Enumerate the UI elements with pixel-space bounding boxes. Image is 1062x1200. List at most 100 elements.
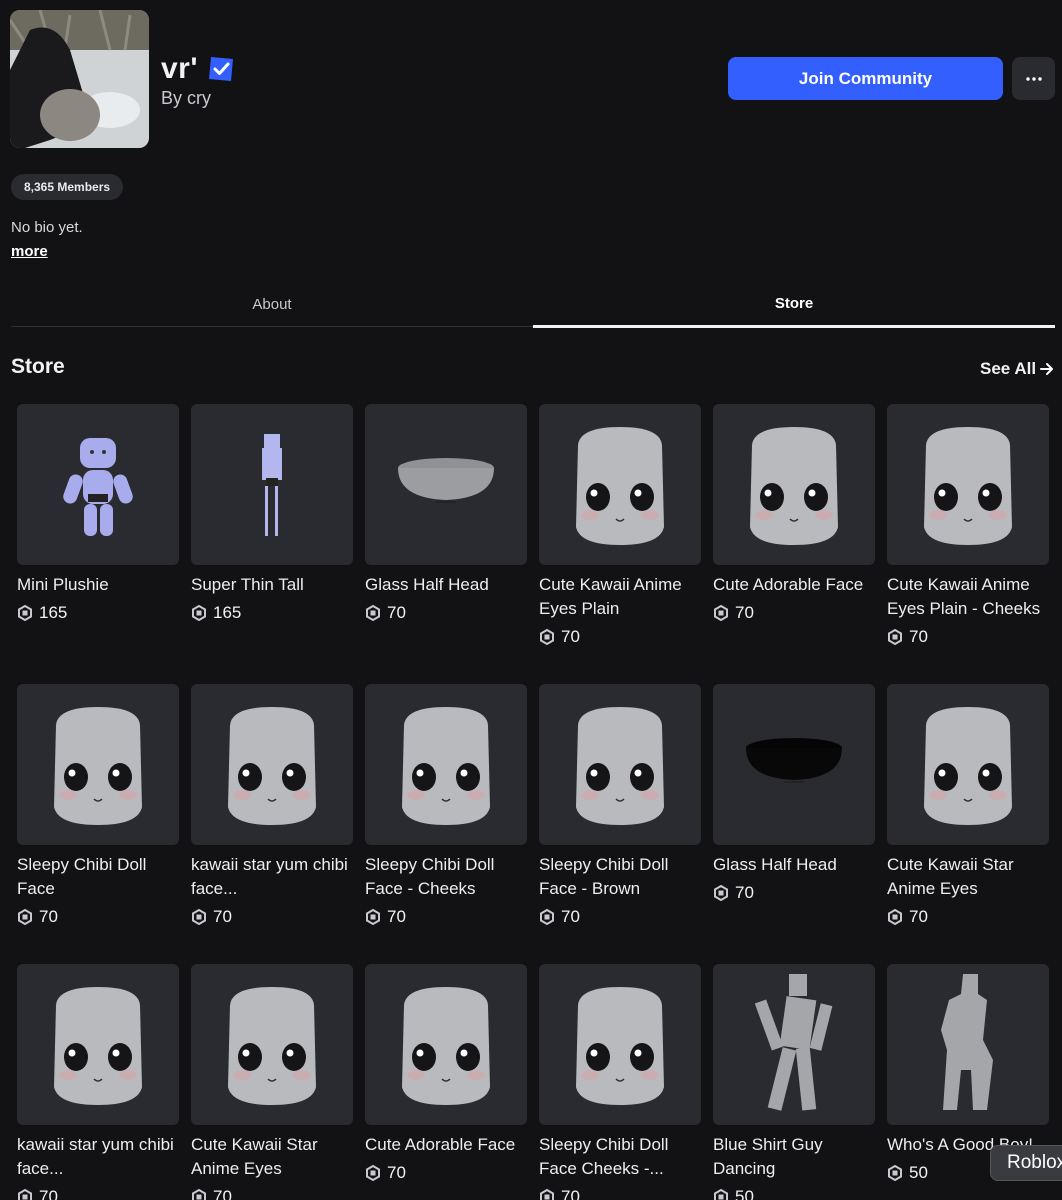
- item-thumbnail[interactable]: [191, 404, 353, 565]
- item-thumbnail[interactable]: [17, 964, 179, 1125]
- see-all-link[interactable]: See All: [980, 359, 1054, 379]
- item-price-value: 70: [213, 907, 232, 926]
- item-thumbnail[interactable]: [191, 684, 353, 845]
- item-thumbnail[interactable]: [365, 404, 527, 565]
- item-price-value: 70: [39, 907, 58, 926]
- item-thumbnail[interactable]: [17, 684, 179, 845]
- item-price-value: 70: [909, 907, 928, 926]
- item-thumbnail[interactable]: [713, 404, 875, 565]
- item-price: 70: [887, 625, 1049, 649]
- store-item-card[interactable]: Sleepy Chibi Doll Face 70: [17, 684, 179, 929]
- title-row: vr': [161, 52, 236, 86]
- verified-badge-icon: [209, 57, 233, 81]
- item-name[interactable]: Cute Adorable Face: [365, 1133, 527, 1157]
- item-price-value: 70: [561, 1187, 580, 1200]
- tab-store[interactable]: Store: [533, 281, 1055, 328]
- store-item-card[interactable]: Super Thin Tall 165: [191, 404, 353, 625]
- item-name[interactable]: Cute Kawaii Anime Eyes Plain - Cheeks: [887, 573, 1049, 621]
- item-name[interactable]: Glass Half Head: [365, 573, 527, 597]
- item-price: 70: [713, 601, 875, 625]
- item-thumbnail[interactable]: [713, 964, 875, 1125]
- community-bio: No bio yet.: [11, 219, 83, 236]
- more-options-button[interactable]: [1012, 57, 1055, 100]
- robux-icon: [192, 909, 206, 925]
- robux-icon: [192, 1189, 206, 1200]
- robux-icon: [366, 909, 380, 925]
- item-thumbnail[interactable]: [365, 964, 527, 1125]
- item-thumbnail[interactable]: [17, 404, 179, 565]
- item-name[interactable]: Blue Shirt Guy Dancing: [713, 1133, 875, 1181]
- community-owner[interactable]: By cry: [161, 88, 211, 109]
- store-item-card[interactable]: Mini Plushie 165: [17, 404, 179, 625]
- item-thumbnail[interactable]: [887, 964, 1049, 1125]
- store-item-card[interactable]: Cute Kawaii Star Anime Eyes 70: [191, 964, 353, 1200]
- store-item-card[interactable]: kawaii star yum chibi face... 70: [17, 964, 179, 1200]
- item-thumbnail[interactable]: [539, 964, 701, 1125]
- store-item-card[interactable]: Sleepy Chibi Doll Face - Cheeks 70: [365, 684, 527, 929]
- item-thumbnail[interactable]: [539, 404, 701, 565]
- item-price-value: 70: [735, 603, 754, 622]
- community-header: vr' By cry Join Community: [10, 10, 1055, 150]
- item-name[interactable]: Sleepy Chibi Doll Face - Brown: [539, 853, 701, 901]
- item-name[interactable]: Glass Half Head: [713, 853, 875, 877]
- item-name[interactable]: Cute Kawaii Star Anime Eyes: [191, 1133, 353, 1181]
- item-price-value: 50: [735, 1187, 754, 1200]
- robux-icon: [714, 1189, 728, 1200]
- community-avatar[interactable]: [10, 10, 149, 148]
- tab-bar: About Store: [11, 281, 1055, 328]
- robux-icon: [366, 605, 380, 621]
- community-name: vr': [161, 52, 198, 85]
- store-heading: Store: [11, 355, 65, 378]
- item-name[interactable]: kawaii star yum chibi face...: [17, 1133, 179, 1181]
- item-thumbnail[interactable]: [887, 404, 1049, 565]
- item-name[interactable]: Sleepy Chibi Doll Face: [17, 853, 179, 901]
- item-thumbnail[interactable]: [713, 684, 875, 845]
- store-item-card[interactable]: kawaii star yum chibi face... 70: [191, 684, 353, 929]
- item-price-value: 70: [387, 907, 406, 926]
- item-name[interactable]: Sleepy Chibi Doll Face Cheeks -...: [539, 1133, 701, 1181]
- item-name[interactable]: Cute Kawaii Star Anime Eyes: [887, 853, 1049, 901]
- robux-icon: [540, 909, 554, 925]
- item-name[interactable]: Cute Adorable Face: [713, 573, 875, 597]
- item-name[interactable]: kawaii star yum chibi face...: [191, 853, 353, 901]
- store-item-card[interactable]: Cute Kawaii Anime Eyes Plain - Cheeks 70: [887, 404, 1049, 649]
- members-count-badge: 8,365 Members: [11, 174, 124, 200]
- item-thumbnail[interactable]: [365, 684, 527, 845]
- robux-icon: [540, 1189, 554, 1200]
- store-item-card[interactable]: Cute Adorable Face 70: [713, 404, 875, 625]
- item-price: 70: [191, 905, 353, 929]
- store-item-card[interactable]: Glass Half Head 70: [365, 404, 527, 625]
- item-price: 70: [713, 881, 875, 905]
- item-price-value: 70: [561, 627, 580, 646]
- store-item-card[interactable]: Blue Shirt Guy Dancing 50: [713, 964, 875, 1200]
- store-item-card[interactable]: Sleepy Chibi Doll Face Cheeks -... 70: [539, 964, 701, 1200]
- item-price-value: 165: [213, 603, 242, 622]
- item-price-value: 165: [39, 603, 68, 622]
- item-thumbnail[interactable]: [887, 684, 1049, 845]
- bio-more-link[interactable]: more: [11, 243, 48, 260]
- tab-about[interactable]: About: [11, 281, 533, 327]
- robux-icon: [540, 629, 554, 645]
- item-name[interactable]: Mini Plushie: [17, 573, 179, 597]
- item-price-value: 70: [213, 1187, 232, 1200]
- item-price: 70: [365, 905, 527, 929]
- item-name[interactable]: Cute Kawaii Anime Eyes Plain: [539, 573, 701, 621]
- robux-icon: [192, 605, 206, 621]
- store-item-card[interactable]: Cute Kawaii Anime Eyes Plain 70: [539, 404, 701, 649]
- store-item-card[interactable]: Glass Half Head 70: [713, 684, 875, 905]
- item-thumbnail[interactable]: [539, 684, 701, 845]
- item-name[interactable]: Super Thin Tall: [191, 573, 353, 597]
- item-price-value: 70: [39, 1187, 58, 1200]
- item-price: 70: [887, 905, 1049, 929]
- item-price: 70: [17, 905, 179, 929]
- item-price: 165: [17, 601, 179, 625]
- item-price: 70: [539, 905, 701, 929]
- join-community-button[interactable]: Join Community: [728, 57, 1003, 100]
- store-item-card[interactable]: Sleepy Chibi Doll Face - Brown 70: [539, 684, 701, 929]
- item-thumbnail[interactable]: [191, 964, 353, 1125]
- store-item-card[interactable]: Cute Adorable Face 70: [365, 964, 527, 1185]
- item-price: 50: [713, 1185, 875, 1200]
- item-name[interactable]: Sleepy Chibi Doll Face - Cheeks: [365, 853, 527, 901]
- store-item-card[interactable]: Cute Kawaii Star Anime Eyes 70: [887, 684, 1049, 929]
- tooltip: Roblox: [990, 1145, 1062, 1181]
